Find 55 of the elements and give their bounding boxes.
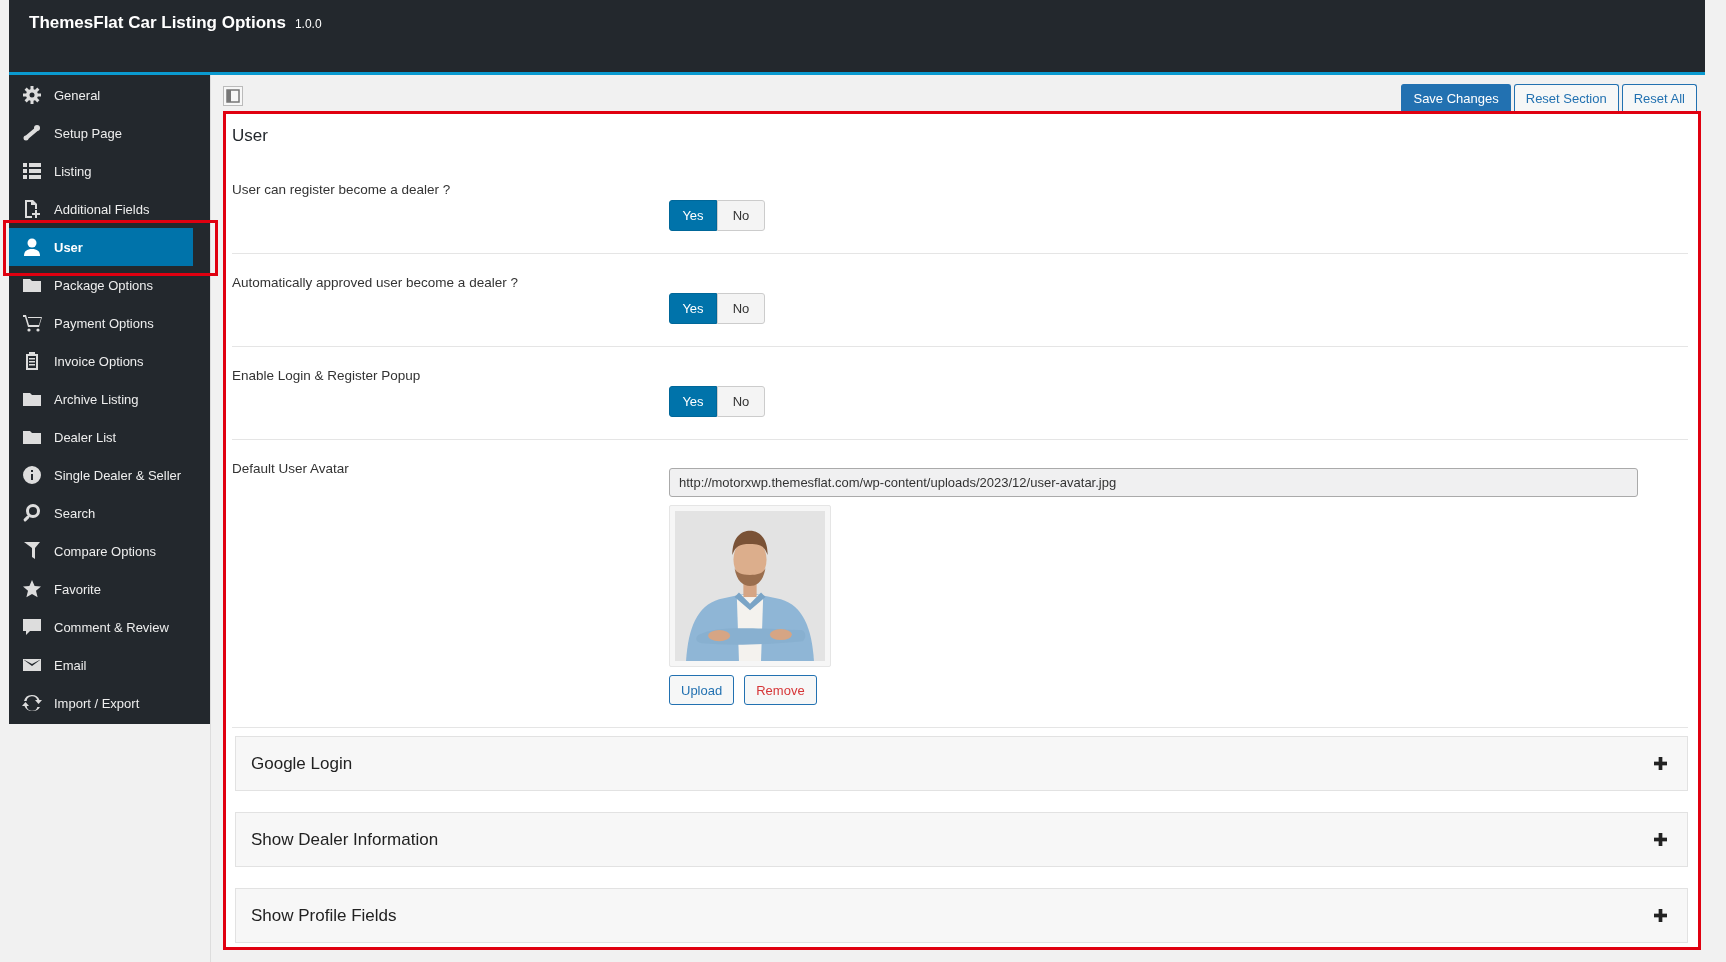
media-button[interactable]: Upload <box>669 675 735 705</box>
comment-icon <box>22 617 42 637</box>
setting-label: Default User Avatar <box>232 461 350 476</box>
cart-icon <box>22 313 42 333</box>
switch-option[interactable]: Yes <box>669 386 717 417</box>
switch-option[interactable]: No <box>717 386 765 417</box>
url-field[interactable]: http://motorxwp.themesflat.com/wp-content/uploads/2023/12/user-avatar.jpg <box>669 468 1638 497</box>
layout-icon[interactable] <box>223 86 243 106</box>
app-title: ThemesFlat Car Listing Options <box>29 13 286 33</box>
sidebar-item[interactable]: Payment Options <box>9 304 193 342</box>
sidebar-item[interactable]: Email <box>9 646 193 684</box>
media-button[interactable]: Remove <box>744 675 817 705</box>
accordion-title: Show Dealer Information <box>251 829 439 850</box>
sidebar-item[interactable]: Invoice Options <box>9 342 193 380</box>
user-icon <box>22 237 42 257</box>
switch-option[interactable]: Yes <box>669 293 717 324</box>
accordion-header[interactable]: Google Login <box>235 736 1688 791</box>
search-icon <box>22 503 42 523</box>
accordion-header[interactable]: Show Profile Fields <box>235 888 1688 943</box>
sidebar-item[interactable]: Package Options <box>9 266 193 304</box>
switch-option[interactable]: No <box>717 200 765 231</box>
switch-option[interactable]: No <box>717 293 765 324</box>
sidebar-item[interactable]: Listing <box>9 152 193 190</box>
sidebar-item[interactable]: Dealer List <box>9 418 193 456</box>
toolbar-button[interactable]: Reset Section <box>1513 84 1619 111</box>
accordion-title: Show Profile Fields <box>251 905 397 926</box>
sidebar-item[interactable]: Import / Export <box>9 684 193 722</box>
accordion-header[interactable]: Show Dealer Information <box>235 812 1688 867</box>
setting-label: Automatically approved user become a dealer ? <box>232 275 519 290</box>
filter-icon <box>22 541 42 561</box>
sidebar-item[interactable]: Search <box>9 494 193 532</box>
sidebar-item[interactable]: User <box>9 228 193 266</box>
sidebar-item[interactable]: Additional Fields <box>9 190 193 228</box>
file-plus-icon <box>22 199 42 219</box>
list-icon <box>22 161 42 181</box>
switch-option[interactable]: Yes <box>669 200 717 231</box>
sidebar-item[interactable]: Single Dealer & Seller <box>9 456 193 494</box>
toolbar-button[interactable]: Save Changes <box>1401 84 1511 111</box>
sidebar-item[interactable]: Compare Options <box>9 532 193 570</box>
sidebar-item[interactable]: Favorite <box>9 570 193 608</box>
accordion-title: Google Login <box>251 753 353 774</box>
sidebar-item[interactable]: Archive Listing <box>9 380 193 418</box>
star-icon <box>22 579 42 599</box>
sidebar-item[interactable]: Comment & Review <box>9 608 193 646</box>
wrench-icon <box>22 123 42 143</box>
refresh-icon <box>22 693 42 713</box>
section-title: User <box>232 126 269 146</box>
sidebar-item[interactable]: General <box>9 76 193 114</box>
setting-label: Enable Login & Register Popup <box>232 368 422 383</box>
gear-icon <box>22 85 42 105</box>
toolbar-button[interactable]: Reset All <box>1621 84 1697 111</box>
info-icon <box>22 465 42 485</box>
sidebar-item[interactable]: Setup Page <box>9 114 193 152</box>
setting-label: User can register become a dealer ? <box>232 182 452 197</box>
version-label: 1.0.0 <box>294 17 322 31</box>
